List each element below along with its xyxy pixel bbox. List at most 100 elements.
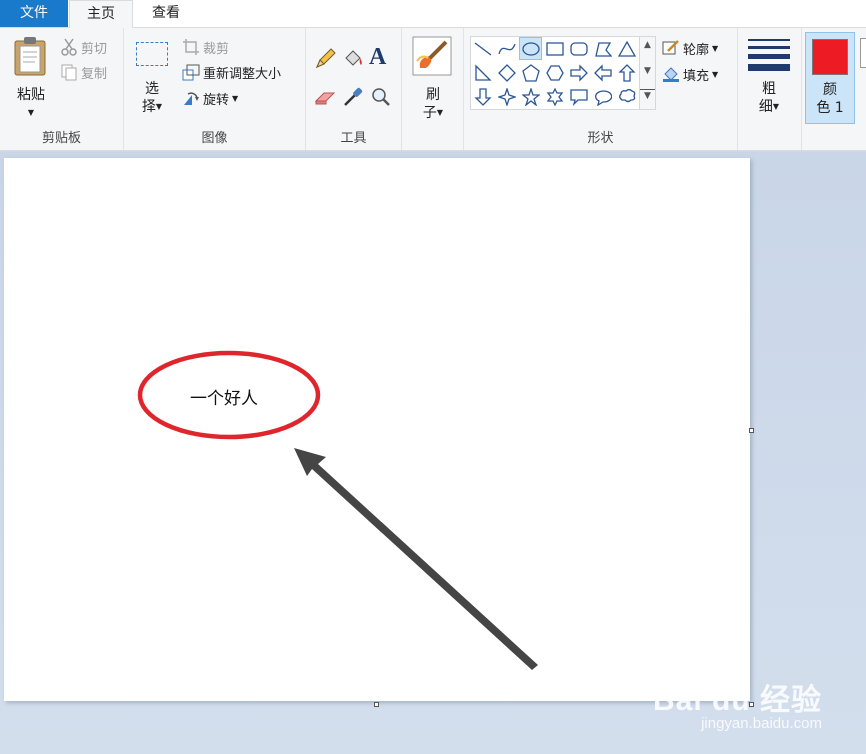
shape-six-point-star[interactable]	[543, 85, 566, 108]
canvas-drawing	[137, 350, 538, 670]
select-button[interactable]: 选 择▼	[132, 38, 172, 120]
oval-callout-icon	[594, 89, 612, 106]
fill-icon	[663, 67, 679, 82]
brush-icon	[412, 36, 452, 76]
rectangle-icon	[545, 41, 564, 56]
tab-file[interactable]: 文件	[0, 0, 68, 27]
size-button[interactable]: 粗 细▼	[746, 36, 792, 122]
resize-label: 重新调整大小	[203, 66, 282, 82]
shape-oval[interactable]	[519, 37, 542, 60]
triangle-icon	[617, 40, 636, 57]
fill-dropdown-icon: ▼	[712, 69, 719, 79]
color1-swatch	[812, 39, 848, 75]
shape-right-arrow[interactable]	[567, 61, 590, 84]
resize-button[interactable]: 重新调整大小	[182, 61, 281, 83]
canvas-resize-handle-bottom[interactable]	[374, 702, 379, 707]
scissors-icon	[61, 38, 77, 56]
watermark-main: Bai du 经验	[652, 684, 822, 717]
size-label-1: 粗	[762, 81, 776, 97]
shape-five-point-star[interactable]	[519, 85, 542, 108]
brushes-button[interactable]: 刷 子▼	[410, 34, 456, 121]
outline-button[interactable]: 轮廓 ▼	[662, 37, 718, 59]
down-arrow-icon	[473, 87, 492, 106]
eraser-icon[interactable]	[314, 86, 336, 108]
size-label-2: 细	[758, 99, 773, 115]
rotate-button[interactable]: 旋转 ▼	[182, 87, 238, 109]
gray-arrow	[294, 448, 538, 670]
size-dropdown-icon: ▼	[772, 102, 780, 111]
ellipse-text: 一个好人	[190, 389, 258, 409]
shape-up-arrow[interactable]	[615, 61, 638, 84]
color1-button[interactable]: 颜 色 1	[805, 32, 855, 124]
copy-button[interactable]: 复制	[60, 61, 107, 83]
color1-label-1: 颜	[823, 82, 837, 98]
right-triangle-icon	[474, 63, 492, 81]
shape-rectangle[interactable]	[543, 37, 566, 60]
tools-group-label: 工具	[340, 131, 367, 146]
shapes-gallery	[470, 36, 640, 110]
color-picker-icon[interactable]	[342, 86, 364, 108]
magnifier-icon[interactable]	[370, 86, 392, 108]
canvas-resize-handle-right[interactable]	[749, 428, 754, 433]
gallery-up-icon[interactable]: ▲	[640, 40, 655, 50]
cut-button[interactable]: 剪切	[60, 36, 107, 58]
shape-triangle[interactable]	[615, 37, 638, 60]
shape-cloud-callout[interactable]	[615, 85, 638, 108]
ribbon-tab-bar: 文件 主页 查看	[0, 0, 866, 28]
shape-hexagon[interactable]	[543, 61, 566, 84]
paste-label: 粘贴	[17, 87, 45, 103]
tab-home[interactable]: 主页	[69, 0, 133, 28]
shapes-gallery-scrollbar[interactable]: ▲ ▼ ▼	[640, 36, 656, 110]
select-label-1: 选	[145, 81, 159, 97]
fill-label: 填充	[683, 68, 710, 84]
outline-dropdown-icon: ▼	[712, 43, 719, 53]
shape-four-point-star[interactable]	[495, 85, 518, 108]
copy-icon	[61, 64, 77, 81]
outline-pen-icon	[662, 40, 679, 55]
cut-label: 剪切	[81, 41, 108, 57]
shape-diamond[interactable]	[495, 61, 518, 84]
rotate-dropdown-icon: ▼	[232, 93, 239, 103]
shape-down-arrow[interactable]	[471, 85, 494, 108]
crop-icon	[183, 39, 199, 55]
resize-icon	[182, 64, 200, 81]
shape-pentagon[interactable]	[519, 61, 542, 84]
color2-button[interactable]	[860, 38, 866, 68]
brushes-dropdown-icon: ▼	[436, 108, 444, 117]
tab-view[interactable]: 查看	[134, 0, 198, 27]
pentagon-icon	[521, 63, 540, 82]
shape-rounded-rectangle[interactable]	[567, 37, 590, 60]
clipboard-group: 粘贴 ▼ 剪切 复制 剪贴板	[0, 28, 124, 150]
select-dropdown-icon: ▼	[155, 102, 163, 111]
fill-button[interactable]: 填充 ▼	[662, 63, 718, 85]
shape-right-triangle[interactable]	[471, 61, 494, 84]
fill-bucket-icon[interactable]	[342, 48, 364, 70]
right-arrow-icon	[569, 63, 588, 82]
clipboard-group-label: 剪贴板	[41, 131, 81, 146]
crop-button[interactable]: 裁剪	[182, 36, 229, 58]
crop-label: 裁剪	[203, 41, 230, 57]
baidu-watermark: Bai du 经验 jingyan.baidu.com	[653, 675, 822, 732]
shape-oval-callout[interactable]	[591, 85, 614, 108]
pencil-icon[interactable]	[314, 48, 336, 70]
shape-rect-callout[interactable]	[567, 85, 590, 108]
shapes-group-label: 形状	[587, 131, 614, 146]
select-rectangle-icon	[136, 42, 168, 66]
six-point-star-icon	[546, 87, 563, 106]
up-arrow-icon	[617, 63, 636, 82]
gallery-expand-icon[interactable]: ▼	[640, 89, 655, 102]
select-label-2: 择	[141, 99, 156, 115]
gallery-down-icon[interactable]: ▼	[640, 66, 655, 76]
polygon-icon	[594, 41, 612, 57]
shape-line[interactable]	[471, 37, 494, 60]
shape-polygon[interactable]	[591, 37, 614, 60]
text-tool-icon[interactable]: A	[369, 44, 386, 71]
rotate-icon	[184, 92, 199, 105]
brushes-label-1: 刷	[426, 87, 440, 103]
size-group: 粗 细▼	[738, 28, 802, 150]
paste-button[interactable]: 粘贴 ▼	[8, 34, 54, 120]
shape-curve[interactable]	[495, 37, 518, 60]
drawing-canvas[interactable]: 一个好人	[4, 158, 750, 701]
brushes-label-2: 子	[422, 105, 437, 121]
shape-left-arrow[interactable]	[591, 61, 614, 84]
